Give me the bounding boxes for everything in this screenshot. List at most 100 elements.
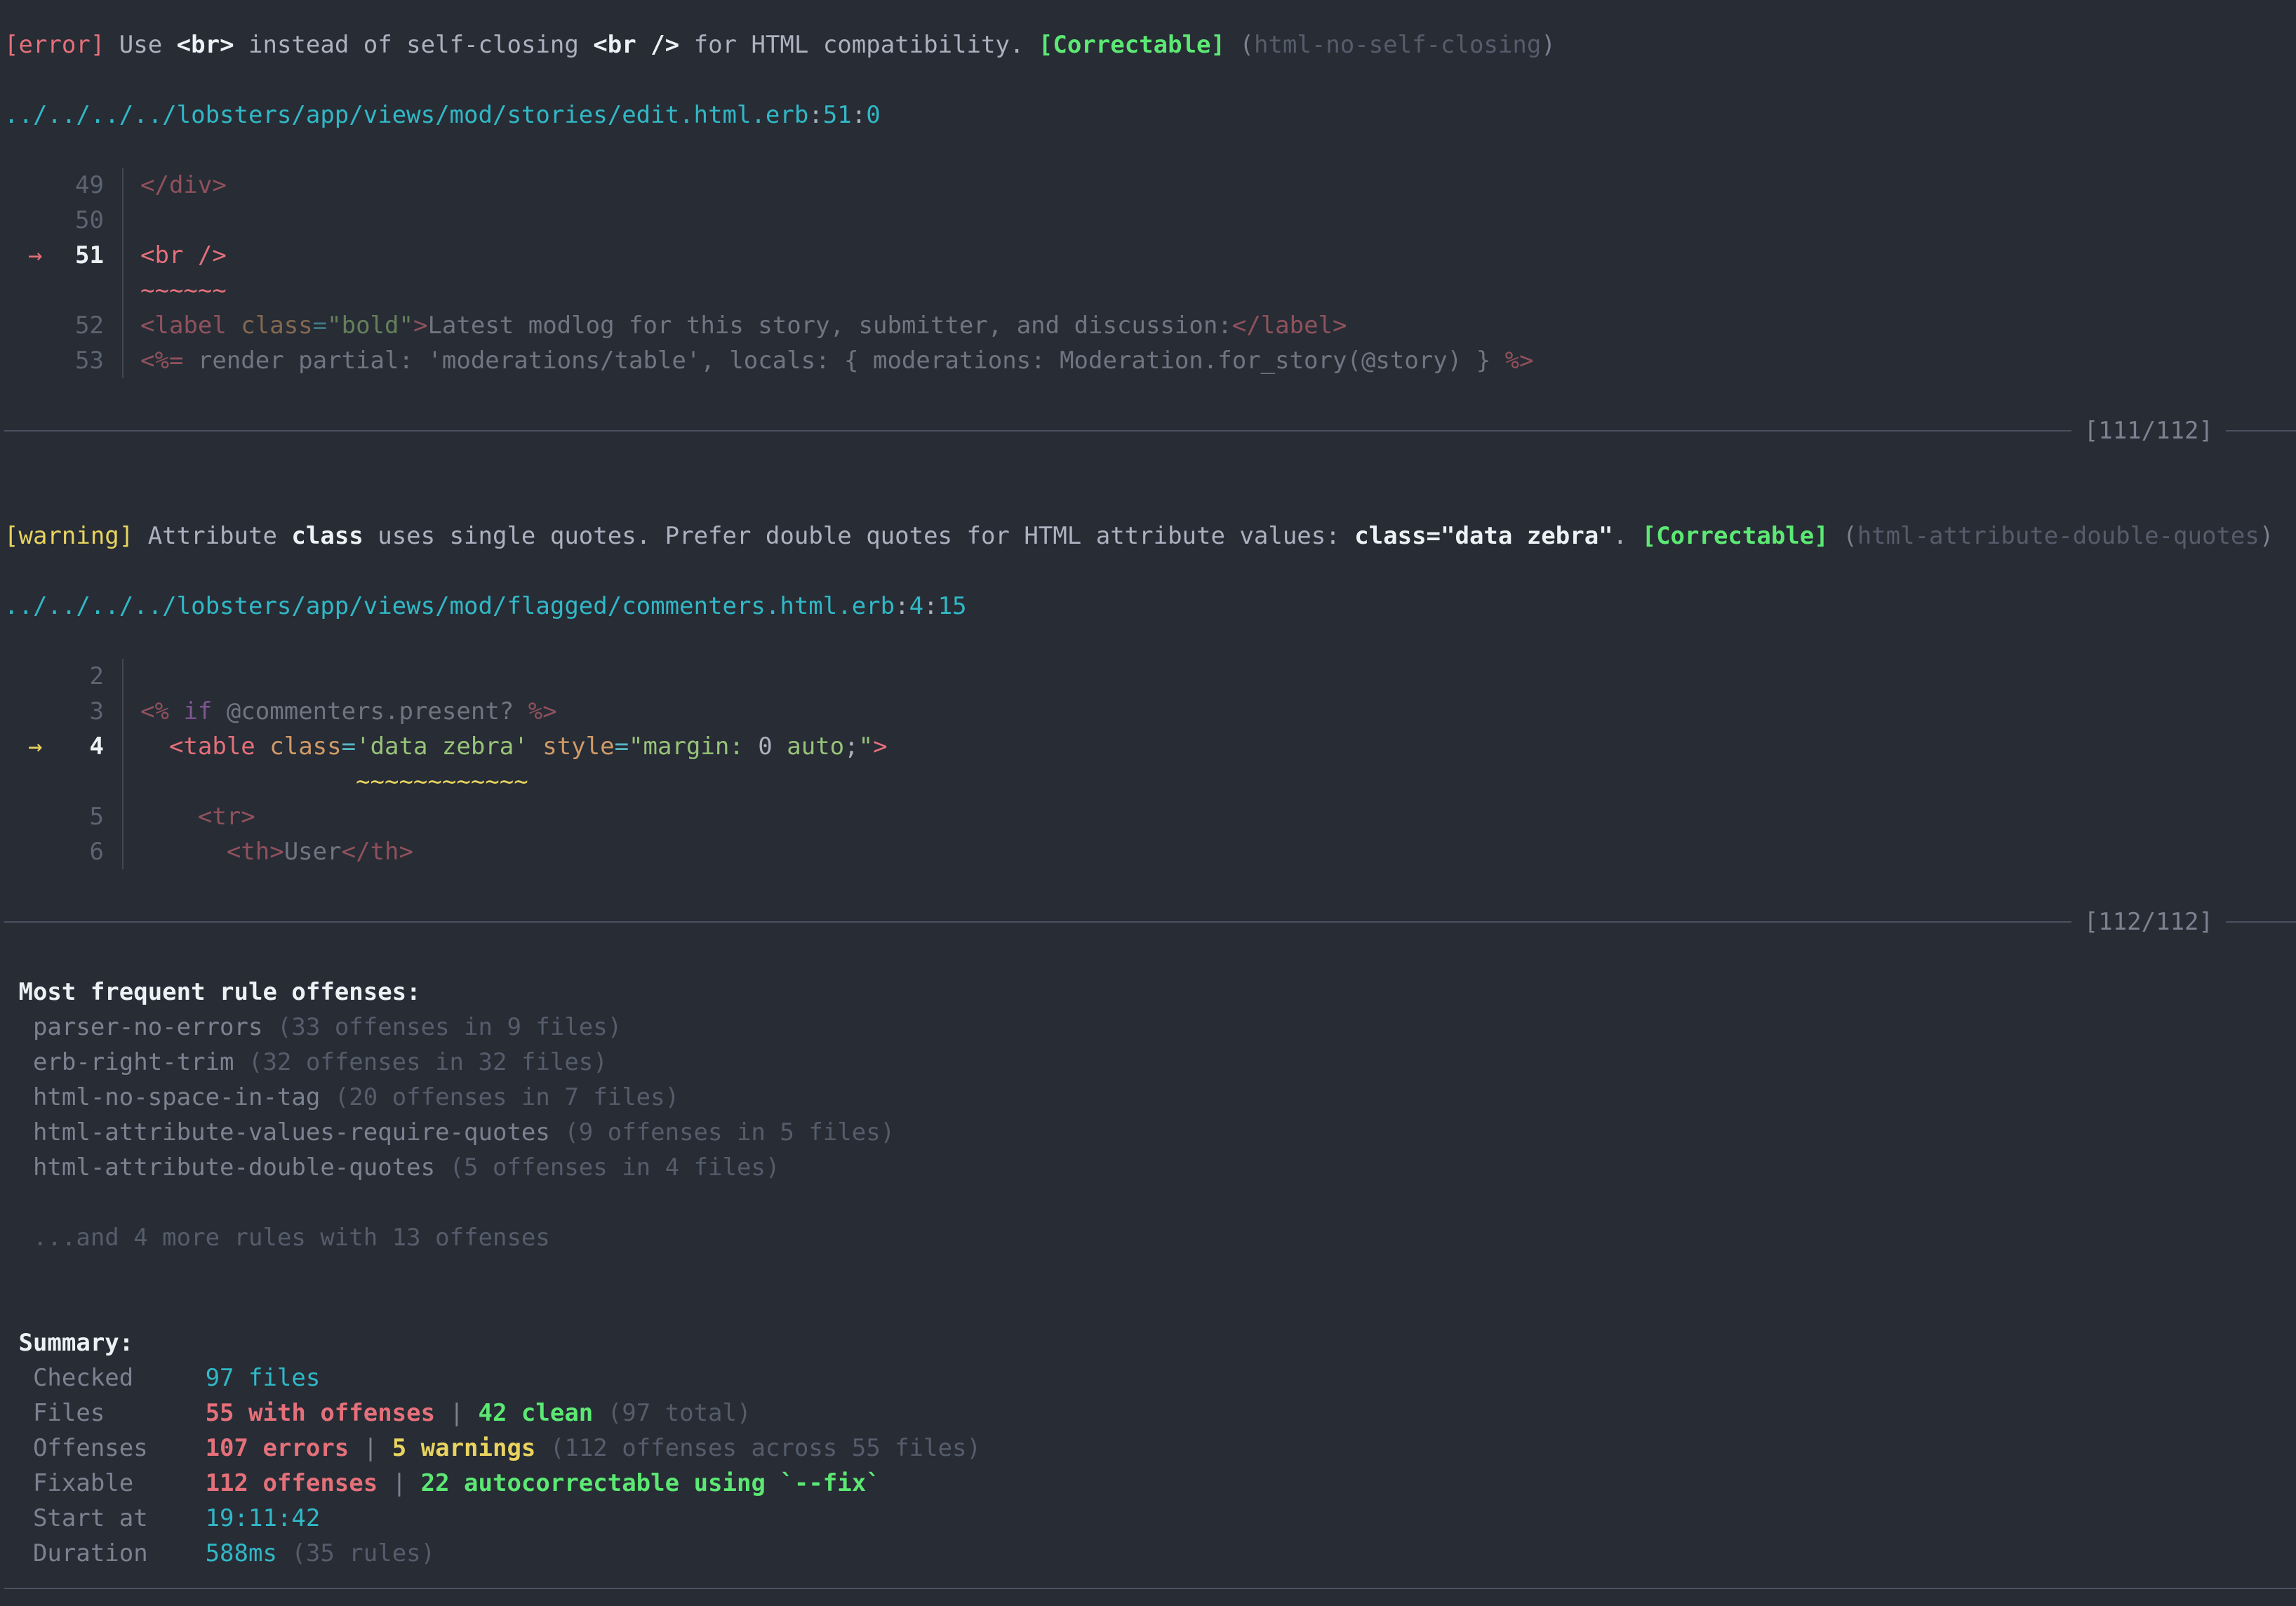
text-segment: <br> [177, 31, 234, 59]
code-text [124, 659, 140, 694]
gutter-line-number: 50 [75, 203, 104, 238]
text-segment: uses single quotes. Prefer double quotes… [363, 522, 1354, 550]
text-segment: (97 total) [593, 1399, 751, 1427]
summary-label: Offenses [4, 1434, 206, 1462]
text-segment: Most frequent rule offenses: [4, 978, 421, 1006]
line-number: 4 [909, 592, 923, 620]
summary-label: Files [4, 1399, 206, 1427]
text-segment: " [859, 732, 873, 761]
rule-count: (32 offenses in 32 files) [234, 1048, 608, 1076]
rule-id: html-attribute-double-quotes [1857, 522, 2260, 550]
summary-row-fixable: Fixable 112 offenses | 22 autocorrectabl… [4, 1466, 2296, 1501]
severity-warning-badge: [warning] [4, 522, 133, 550]
gutter-line-number: 52 [75, 308, 104, 343]
text-segment: 'data zebra' [356, 732, 528, 761]
summary-row-duration: Duration 588ms (35 rules) [4, 1536, 2296, 1571]
blank-line [4, 483, 2296, 518]
summary-value: 588ms [206, 1539, 277, 1567]
text-segment: </label> [1232, 312, 1347, 340]
text-segment: render partial: 'moderations/table', loc… [183, 347, 1504, 375]
files-with-offenses: 55 with offenses [206, 1399, 436, 1427]
text-segment [140, 768, 356, 796]
text-segment [140, 732, 169, 761]
summary-label: Start at [4, 1504, 206, 1532]
text-segment: Latest modlog for this story, submitter,… [427, 312, 1232, 340]
blank-line [4, 133, 2296, 168]
text-segment: ( [1239, 31, 1253, 59]
text-segment: ) [1541, 31, 1555, 59]
text-segment: "margin: [629, 732, 744, 761]
rule-name: html-attribute-double-quotes [4, 1153, 435, 1182]
text-segment: <tr> [140, 803, 255, 831]
offense-counter-separator: [111/112] [4, 413, 2296, 448]
more-rules-note: ...and 4 more rules with 13 offenses [4, 1220, 2296, 1255]
text-segment: </th> [342, 838, 413, 866]
rule-offense-item: erb-right-trim (32 offenses in 32 files) [4, 1045, 2296, 1080]
text-segment: auto [773, 732, 844, 761]
text-segment: (35 rules) [277, 1539, 435, 1567]
text-segment: : [895, 592, 909, 620]
text-segment: 0 [744, 732, 773, 761]
text-segment: <%= [140, 347, 183, 375]
line-gutter: 52 [4, 308, 124, 343]
code-line-50: 50 [4, 203, 2296, 238]
line-number: 51 [823, 101, 852, 129]
code-line-53: 53 <%= render partial: 'moderations/table… [4, 343, 2296, 378]
separator-line [4, 921, 2071, 923]
line-gutter: 3 [4, 694, 124, 729]
code-text: <table class='data zebra' style="margin:… [124, 729, 888, 764]
file-path-text: ../../../../lobsters/app/views/mod/stori… [4, 101, 808, 129]
text-segment: | [349, 1434, 392, 1462]
rule-name: erb-right-trim [4, 1048, 234, 1076]
file-path: ../../../../lobsters/app/views/mod/flagg… [4, 589, 2296, 624]
summary-value: 19:11:42 [206, 1504, 321, 1532]
error-count: 107 errors [206, 1434, 349, 1462]
rule-id: html-no-self-closing [1254, 31, 1541, 59]
gutter-line-number: 5 [90, 799, 104, 834]
text-segment: <br /> [593, 31, 679, 59]
text-segment: ( [1843, 522, 1857, 550]
text-segment: | [435, 1399, 478, 1427]
text-segment: %> [528, 697, 557, 725]
summary-value: 97 files [206, 1364, 321, 1392]
text-segment: if [183, 697, 212, 725]
text-segment: . [1613, 522, 1642, 550]
code-text: <th>User</th> [124, 834, 413, 869]
line-gutter: →51 [4, 238, 124, 273]
column-number: 0 [866, 101, 880, 129]
error-squiggle: ~~~~~~ [140, 276, 227, 305]
text-segment: </div> [140, 171, 227, 199]
bottom-rule [4, 1571, 2296, 1606]
blank-line [4, 869, 2296, 904]
blank-line [4, 939, 2296, 975]
gutter-line-number: 3 [90, 694, 104, 729]
text-segment: : [808, 101, 822, 129]
code-text: <% if @commenters.present? %> [124, 694, 557, 729]
text-segment: <table [169, 732, 255, 761]
code-text: </div> [124, 168, 227, 203]
blank-line [4, 1290, 2296, 1325]
offense-arrow-icon: → [28, 729, 42, 764]
text-segment: > [873, 732, 887, 761]
code-text: <tr> [124, 799, 255, 834]
text-segment: : [852, 101, 866, 129]
text-segment: style [528, 732, 615, 761]
code-line-49: 49</div> [4, 168, 2296, 203]
offenses-heading: Most frequent rule offenses: [4, 975, 2296, 1010]
rule-count: (33 offenses in 9 files) [262, 1013, 622, 1041]
rule-offense-item: html-attribute-values-require-quotes (9 … [4, 1115, 2296, 1150]
warning-count: 5 warnings [392, 1434, 536, 1462]
line-gutter: 2 [4, 659, 124, 694]
severity-error-badge: [error] [4, 31, 105, 59]
code-text: <label class="bold">Latest modlog for th… [124, 308, 1347, 343]
offense-counter: [111/112] [2071, 413, 2226, 448]
gutter-line-number: 4 [90, 729, 104, 764]
gutter-line-number: 2 [90, 659, 104, 694]
code-line-5: 5 <tr> [4, 799, 2296, 834]
text-segment [1225, 31, 1239, 59]
file-path: ../../../../lobsters/app/views/mod/stori… [4, 98, 2296, 133]
rule-name: parser-no-errors [4, 1013, 262, 1041]
code-line-3: 3 <% if @commenters.present? %> [4, 694, 2296, 729]
text-segment: | [378, 1469, 420, 1497]
line-gutter: 53 [4, 343, 124, 378]
